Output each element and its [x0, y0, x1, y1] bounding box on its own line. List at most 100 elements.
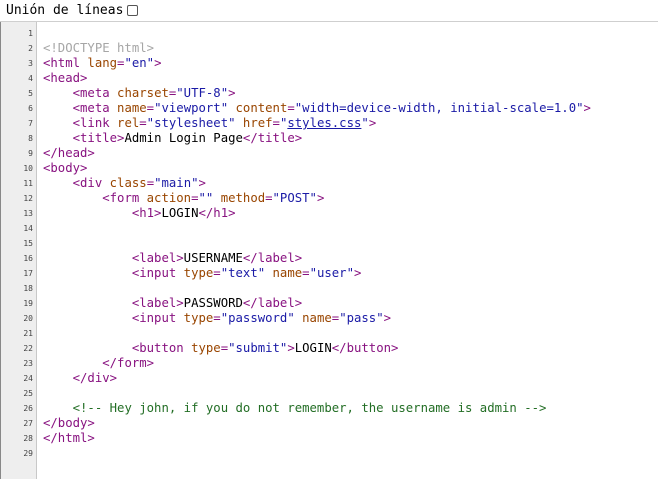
code-token: content	[235, 101, 288, 115]
code-token: <!-- Hey john, if you do not remember, t…	[72, 401, 547, 415]
line-number: 29	[23, 449, 33, 458]
code-token: >	[228, 86, 236, 100]
source-viewer[interactable]: 1 2 <!DOCTYPE html> 3 <html lang="en"> 4 <head…	[0, 22, 658, 479]
code-token: </head>	[43, 146, 95, 160]
code-token: =	[146, 101, 155, 115]
code-token: =	[220, 341, 229, 355]
code-token: <link	[72, 116, 118, 130]
code-token: href	[242, 116, 273, 130]
code-token: method	[220, 191, 266, 205]
line-wrap-label: Unión de líneas	[6, 3, 124, 18]
code-token: charset	[117, 86, 169, 100]
line-number: 9	[28, 149, 33, 158]
line-wrap-checkbox[interactable]	[127, 5, 138, 16]
code-token: >	[287, 341, 295, 355]
line-content: <div class="main">	[43, 176, 206, 191]
source-line: 2 <!DOCTYPE html>	[1, 41, 658, 56]
code-token: >	[583, 101, 591, 115]
line-number: 21	[23, 329, 33, 338]
line-content: <link rel="stylesheet" href="styles.css"…	[43, 116, 377, 131]
code-token: </html>	[43, 431, 95, 445]
source-line: 6 <meta name="viewport" content="width=d…	[1, 101, 658, 116]
line-content: <input type="text" name="user">	[43, 266, 362, 281]
line-content: <button type="submit">LOGIN</button>	[43, 341, 399, 356]
line-number: 2	[28, 44, 33, 53]
source-line: 29	[1, 446, 658, 461]
code-token: "POST"	[272, 191, 317, 205]
source-line: 4 <head>	[1, 71, 658, 86]
code-token: </div>	[72, 371, 118, 385]
code-token: <input	[131, 266, 184, 280]
source-line: 24 </div>	[1, 371, 658, 386]
source-line: 8 <title>Admin Login Page</title>	[1, 131, 658, 146]
code-token: "UTF-8"	[176, 86, 229, 100]
line-number: 1	[28, 29, 33, 38]
code-token: <meta	[72, 101, 118, 115]
line-number: 22	[23, 344, 33, 353]
source-line: 16 <label>USERNAME</label>	[1, 251, 658, 266]
code-token: name	[117, 101, 147, 115]
code-token: </button>	[331, 341, 399, 355]
code-token: =	[272, 116, 280, 130]
code-token: =	[302, 266, 310, 280]
line-content: <h1>LOGIN</h1>	[43, 206, 236, 221]
code-token: >	[154, 56, 162, 70]
source-line: 21	[1, 326, 658, 341]
line-number: 23	[23, 359, 33, 368]
code-token: >	[316, 191, 325, 205]
line-number: 26	[23, 404, 33, 413]
code-token: "password"	[220, 311, 295, 325]
code-token: ""	[198, 191, 214, 205]
code-token: </title>	[242, 131, 303, 145]
line-number: 7	[28, 119, 33, 128]
code-token: type	[183, 311, 214, 325]
line-content: <title>Admin Login Page</title>	[43, 131, 303, 146]
line-content: <form action="" method="POST">	[43, 191, 324, 206]
line-number: 17	[23, 269, 33, 278]
line-content: <input type="password" name="pass">	[43, 311, 391, 326]
source-line: 1	[1, 26, 658, 41]
source-line: 11 <div class="main">	[1, 176, 658, 191]
code-token: =	[213, 266, 221, 280]
code-token: "main"	[154, 176, 199, 190]
line-content: </head>	[43, 146, 95, 161]
code-token: <body>	[43, 161, 88, 175]
line-number: 11	[23, 179, 33, 188]
code-token: <meta	[72, 86, 118, 100]
source-line: 20 <input type="password" name="pass">	[1, 311, 658, 326]
source-line: 19 <label>PASSWORD</label>	[1, 296, 658, 311]
source-line: 22 <button type="submit">LOGIN</button>	[1, 341, 658, 356]
code-token: LOGIN	[161, 206, 199, 220]
line-number: 8	[28, 134, 33, 143]
code-token: >	[383, 311, 392, 325]
code-token: </form>	[102, 356, 155, 370]
line-number: 19	[23, 299, 33, 308]
line-content: <body>	[43, 161, 87, 176]
code-token: =	[265, 191, 273, 205]
code-token: "width=device-width, initial-scale=1.0"	[294, 101, 584, 115]
source-line: 9 </head>	[1, 146, 658, 161]
code-token: class	[109, 176, 147, 190]
source-line: 14	[1, 221, 658, 236]
line-number: 4	[28, 74, 33, 83]
source-line: 3 <html lang="en">	[1, 56, 658, 71]
code-token: =	[287, 101, 295, 115]
line-content: <meta charset="UTF-8">	[43, 86, 236, 101]
stylesheet-link[interactable]: styles.css	[287, 116, 361, 130]
line-content: <html lang="en">	[43, 56, 161, 71]
line-number: 16	[23, 254, 33, 263]
code-token: "	[361, 116, 369, 130]
line-content: <!-- Hey john, if you do not remember, t…	[43, 401, 547, 416]
source-line: 15	[1, 236, 658, 251]
